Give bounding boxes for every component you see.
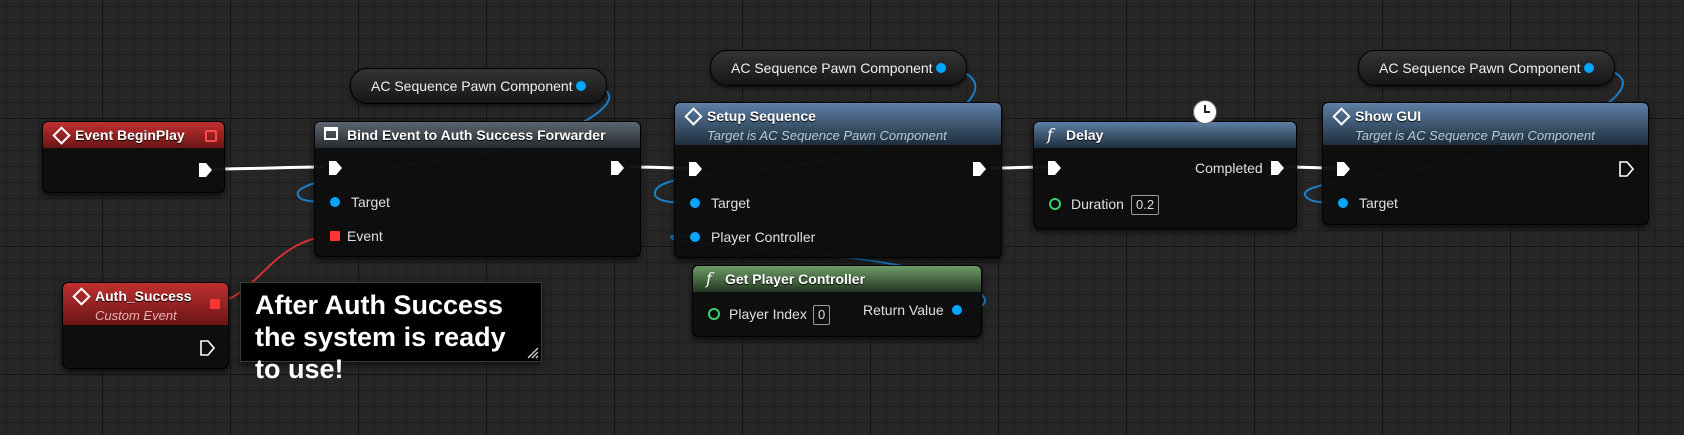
variable-output-pin[interactable] xyxy=(576,81,586,91)
node-header: f Get Player Controller xyxy=(693,266,981,292)
node-bind-event[interactable]: Bind Event to Auth Success Forwarder Tar… xyxy=(314,121,641,257)
target-input-pin[interactable] xyxy=(690,198,700,208)
exec-output-pin[interactable] xyxy=(1618,161,1634,177)
node-setup-sequence[interactable]: Setup Sequence Target is AC Sequence Paw… xyxy=(674,102,1002,258)
node-title: Delay xyxy=(1066,127,1104,143)
exec-output-pin[interactable] xyxy=(197,162,213,178)
clock-icon xyxy=(1193,100,1217,124)
node-subtitle: Custom Event xyxy=(95,308,177,323)
target-input-pin[interactable] xyxy=(330,197,340,207)
diamond-event-icon xyxy=(72,287,91,306)
comment-text: After Auth Success the system is ready t… xyxy=(255,290,506,384)
exec-input-pin[interactable] xyxy=(327,160,343,176)
node-title: Auth_Success xyxy=(95,288,192,304)
resize-grip-icon[interactable] xyxy=(525,345,539,359)
variable-getter-sequence-pawn-component[interactable]: AC Sequence Pawn Component xyxy=(1358,50,1615,86)
node-header: Event BeginPlay xyxy=(43,122,224,148)
node-get-player-controller[interactable]: f Get Player Controller Player Index 0 R… xyxy=(692,265,982,337)
node-header: Show GUI Target is AC Sequence Pawn Comp… xyxy=(1323,103,1648,145)
exec-output-pin[interactable] xyxy=(609,160,625,176)
diamond-event-icon xyxy=(1332,107,1351,126)
return-value-output-pin[interactable] xyxy=(952,305,962,315)
exec-input-pin[interactable] xyxy=(1046,160,1062,176)
exec-input-pin[interactable] xyxy=(1335,161,1351,177)
target-pin-label: Target xyxy=(711,195,750,211)
comment-box[interactable]: After Auth Success the system is ready t… xyxy=(240,282,542,384)
variable-output-pin[interactable] xyxy=(936,63,946,73)
delegate-output-pin[interactable] xyxy=(210,299,220,309)
variable-getter-sequence-pawn-component[interactable]: AC Sequence Pawn Component xyxy=(350,68,607,104)
node-header: f Delay xyxy=(1034,122,1296,148)
player-index-pin-label: Player Index xyxy=(729,306,807,322)
diamond-event-icon xyxy=(52,126,71,145)
node-event-beginplay[interactable]: Event BeginPlay xyxy=(42,121,225,193)
node-header: Bind Event to Auth Success Forwarder xyxy=(315,122,640,148)
node-title: Event BeginPlay xyxy=(75,127,185,143)
completed-exec-output-pin[interactable] xyxy=(1269,160,1285,176)
target-input-pin[interactable] xyxy=(1338,198,1348,208)
return-value-pin-label: Return Value xyxy=(863,302,944,318)
node-subtitle: Target is AC Sequence Pawn Component xyxy=(707,128,947,143)
node-title: Bind Event to Auth Success Forwarder xyxy=(347,127,606,143)
delegate-output-pin[interactable] xyxy=(205,130,217,142)
delegate-square-icon xyxy=(324,127,338,140)
node-header: Setup Sequence Target is AC Sequence Paw… xyxy=(675,103,1001,145)
variable-label: AC Sequence Pawn Component xyxy=(371,78,573,94)
player-controller-pin-label: Player Controller xyxy=(711,229,816,245)
exec-wire-beginplay-to-bind[interactable] xyxy=(208,165,326,171)
event-delegate-input-pin[interactable] xyxy=(330,231,340,241)
exec-input-pin[interactable] xyxy=(687,161,703,177)
node-title: Show GUI xyxy=(1355,108,1422,124)
variable-label: AC Sequence Pawn Component xyxy=(731,60,933,76)
exec-output-pin[interactable] xyxy=(199,340,215,356)
variable-output-pin[interactable] xyxy=(1584,63,1594,73)
node-delay[interactable]: f Delay Completed Duration 0.2 xyxy=(1033,121,1297,229)
function-f-icon: f xyxy=(1047,125,1053,144)
diamond-event-icon xyxy=(684,107,703,126)
node-show-gui[interactable]: Show GUI Target is AC Sequence Pawn Comp… xyxy=(1322,102,1649,225)
player-index-value-box[interactable]: 0 xyxy=(813,305,831,325)
duration-pin-label: Duration xyxy=(1071,196,1124,212)
node-header: Auth_Success Custom Event xyxy=(63,283,228,325)
event-pin-label: Event xyxy=(347,228,383,244)
target-pin-label: Target xyxy=(1359,195,1398,211)
node-subtitle: Target is AC Sequence Pawn Component xyxy=(1355,128,1595,143)
node-custom-event-auth-success[interactable]: Auth_Success Custom Event xyxy=(62,282,229,369)
completed-pin-label: Completed xyxy=(1195,160,1263,176)
function-f-icon: f xyxy=(706,269,712,288)
node-title: Setup Sequence xyxy=(707,108,816,124)
node-title: Get Player Controller xyxy=(725,271,866,287)
player-index-input-pin[interactable] xyxy=(708,308,720,320)
duration-value-box[interactable]: 0.2 xyxy=(1131,195,1160,215)
player-controller-input-pin[interactable] xyxy=(690,232,700,242)
duration-input-pin[interactable] xyxy=(1049,198,1061,210)
exec-output-pin[interactable] xyxy=(971,161,987,177)
variable-getter-sequence-pawn-component[interactable]: AC Sequence Pawn Component xyxy=(710,50,967,86)
variable-label: AC Sequence Pawn Component xyxy=(1379,60,1581,76)
target-pin-label: Target xyxy=(351,194,390,210)
